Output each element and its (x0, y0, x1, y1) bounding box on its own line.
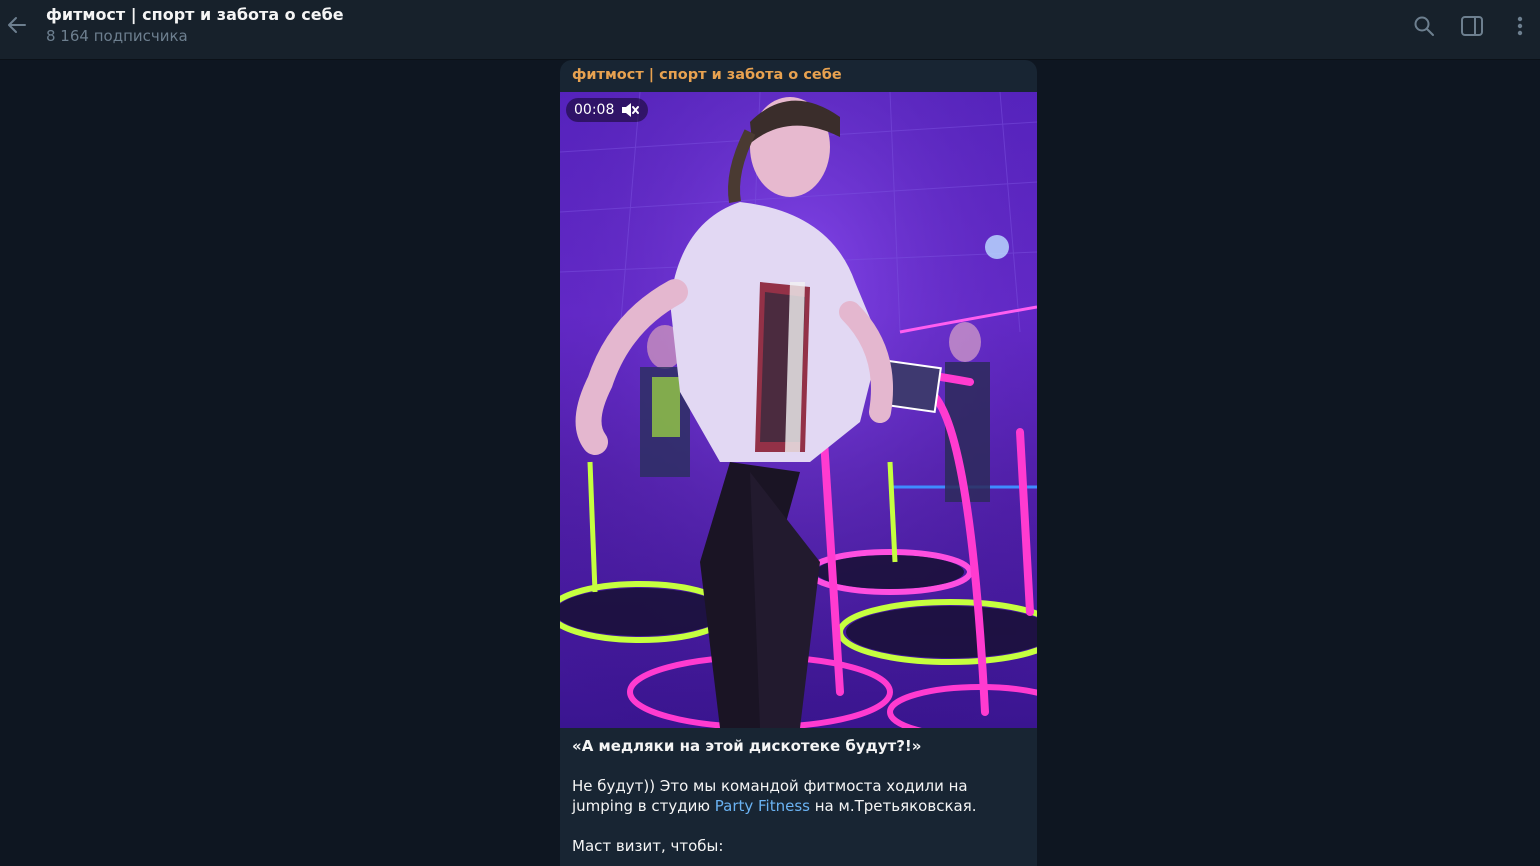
post-caption: «А медляки на этой дискотеке будут?!» Не… (572, 736, 1022, 856)
party-fitness-link[interactable]: Party Fitness (715, 797, 810, 815)
sidebar-toggle-icon (1461, 16, 1483, 36)
more-vertical-icon (1517, 16, 1523, 36)
video-duration: 00:08 (574, 102, 615, 118)
search-icon (1414, 16, 1434, 36)
message-list[interactable]: фитмост | спорт и забота о себе 00:08 «А… (0, 60, 1540, 866)
video-duration-badge: 00:08 (566, 98, 649, 122)
volume-muted-icon (622, 103, 640, 117)
video-frame (560, 92, 1037, 728)
mute-toggle[interactable] (620, 102, 640, 118)
subscriber-count: 8 164 подписчика (46, 27, 188, 45)
header-titles[interactable]: фитмост | спорт и забота о себе 8 164 по… (46, 5, 344, 47)
sidebar-toggle-button[interactable] (1458, 12, 1486, 40)
header-actions (1390, 12, 1534, 40)
back-button[interactable] (4, 12, 30, 38)
post-author[interactable]: фитмост | спорт и забота о себе (572, 67, 842, 83)
chat-header: фитмост | спорт и забота о себе 8 164 по… (0, 0, 1540, 60)
caption-text-after-link: на м.Третьяковская. (809, 797, 977, 815)
search-button[interactable] (1410, 12, 1438, 40)
arrow-left-icon (8, 17, 26, 33)
channel-post: фитмост | спорт и забота о себе 00:08 «А… (560, 60, 1037, 866)
caption-headline: «А медляки на этой дискотеке будут?!» (572, 737, 922, 755)
caption-paragraph: Не будут)) Это мы командой фитмоста ходи… (572, 776, 1022, 816)
video-player[interactable]: 00:08 (560, 92, 1037, 728)
caption-paragraph-2: Маст визит, чтобы: (572, 837, 724, 855)
channel-title: фитмост | спорт и забота о себе (46, 5, 344, 24)
more-button[interactable] (1506, 12, 1534, 40)
